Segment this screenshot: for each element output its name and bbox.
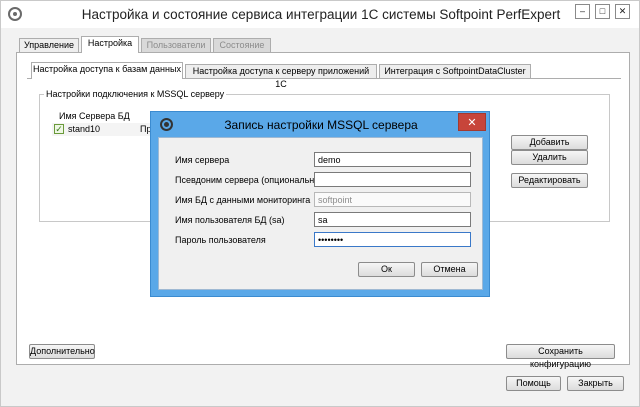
password-input[interactable] [314,232,471,247]
tab-app-server-access[interactable]: Настройка доступа к серверу приложений 1… [185,64,377,89]
db-user-label: Имя пользователя БД (sa) [175,215,285,225]
server-alias-label: Псевдоним сервера (опционально) [175,175,323,185]
close-button[interactable]: Закрыть [567,376,624,391]
tab-datacluster-integration[interactable]: Интеграция с SoftpointDataCluster [379,64,531,79]
dialog-close-button[interactable]: ✕ [458,113,486,131]
tab-database-access[interactable]: Настройка доступа к базам данных [31,62,183,79]
add-button[interactable]: Добавить [511,135,588,150]
help-button[interactable]: Помощь [506,376,561,391]
advanced-button[interactable]: Дополнительно [29,344,95,359]
title-bar[interactable]: Настройка и состояние сервиса интеграции… [1,1,639,28]
password-label: Пароль пользователя [175,235,266,245]
mssql-settings-dialog: Запись настройки MSSQL сервера ✕ Имя сер… [150,111,490,297]
delete-button[interactable]: Удалить [511,150,588,165]
server-name-input[interactable] [314,152,471,167]
edit-button[interactable]: Редактировать [511,173,588,188]
tab-management[interactable]: Управление [19,38,79,53]
server-alias-input[interactable] [314,172,471,187]
dialog-body: Имя сервера Псевдоним сервера (опциональ… [158,137,483,290]
tab-settings[interactable]: Настройка [81,36,139,53]
checkmark-icon[interactable]: ✓ [54,124,64,134]
maximize-button[interactable]: □ [595,4,610,19]
window-title: Настройка и состояние сервиса интеграции… [81,7,561,22]
server-name-label: Имя сервера [175,155,230,165]
ok-button[interactable]: Ок [358,262,415,277]
monitoring-db-label: Имя БД с данными мониторинга [175,195,311,205]
row-server-name: stand10 [68,124,101,134]
monitoring-db-input [314,192,471,207]
cancel-button[interactable]: Отмена [421,262,478,277]
db-user-input[interactable] [314,212,471,227]
tab-status[interactable]: Состояние [213,38,271,53]
column-header-server[interactable]: Имя Сервера БД [59,111,130,121]
minimize-button[interactable]: – [575,4,590,19]
dialog-title[interactable]: Запись настройки MSSQL сервера [151,118,491,132]
tab-users[interactable]: Пользователи [141,38,211,53]
close-window-button[interactable]: ✕ [615,4,630,19]
save-config-button[interactable]: Сохранить конфигурацию [506,344,615,369]
group-title: Настройки подключения к MSSQL серверу [44,89,227,99]
